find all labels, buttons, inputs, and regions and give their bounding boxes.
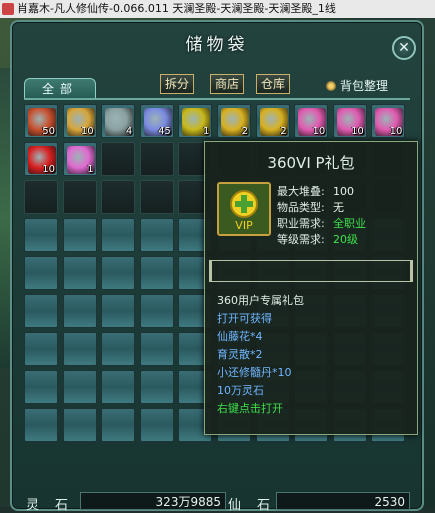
stat-max-stack: 最大堆叠: 100 (277, 185, 354, 198)
spirit-stone-value: 323万9885 (80, 492, 226, 510)
inventory-slot[interactable]: 1 (178, 104, 213, 138)
inventory-slot[interactable] (24, 218, 58, 252)
inventory-slot[interactable]: 10 (62, 104, 97, 138)
inventory-slot[interactable] (62, 294, 97, 328)
inventory-slot[interactable] (139, 408, 174, 442)
item-quantity: 4 (125, 126, 133, 137)
inventory-slot[interactable] (101, 142, 136, 176)
inventory-slot[interactable] (101, 180, 136, 214)
tooltip-title: 360VI P礼包 (267, 154, 355, 172)
inventory-slot[interactable] (62, 370, 97, 404)
vip-icon-text: VIP (235, 219, 253, 232)
inventory-slot[interactable] (101, 332, 136, 366)
item-quantity: 10 (389, 126, 403, 137)
inventory-slot[interactable] (101, 218, 136, 252)
organize-label: 背包整理 (340, 79, 389, 93)
panel-title: 储物袋 (185, 35, 249, 55)
spirit-stone-label: 灵石 (26, 498, 85, 513)
desc-line: 育灵散*2 (217, 348, 263, 361)
inventory-slot[interactable] (24, 370, 58, 404)
desc-line: 打开可获得 (217, 312, 272, 325)
inventory-slot[interactable]: 10 (24, 142, 58, 176)
item-tooltip: 360VI P礼包 VIP 最大堆叠: 100 物品类型: 无 职业需求: 全职业 等… (204, 141, 418, 435)
inventory-slot[interactable]: 2 (255, 104, 290, 138)
inventory-slot[interactable] (62, 218, 97, 252)
item-quantity: 2 (280, 126, 287, 137)
desc-line: 360用户专属礼包 (217, 294, 304, 307)
currency-bar: 灵石 323万9885 仙石 2530 (24, 492, 414, 513)
inventory-slot[interactable] (101, 408, 136, 442)
tooltip-divider (209, 260, 413, 282)
vip-giftpack-icon: VIP (217, 182, 271, 236)
inventory-slot[interactable] (24, 180, 58, 214)
inventory-slot[interactable] (101, 294, 136, 328)
organize-bag-button[interactable]: 背包整理 (326, 77, 388, 94)
inventory-slot[interactable] (62, 408, 97, 442)
stat-level-req: 等级需求: 20级 (277, 233, 358, 246)
split-button[interactable]: 拆分 (160, 74, 195, 94)
inventory-slot[interactable] (139, 294, 174, 328)
organize-icon (326, 81, 336, 91)
window-titlebar: 肖嘉木-凡人修仙传-0.066.011 天澜圣殿-天澜圣殿-天澜圣殿_1线 (0, 0, 435, 18)
window-title: 肖嘉木-凡人修仙传-0.066.011 天澜圣殿-天澜圣殿-天澜圣殿_1线 (17, 2, 336, 15)
inventory-slot[interactable] (24, 256, 58, 290)
desc-line: 小还修髓丹*10 (217, 366, 292, 379)
immortal-stone-value: 2530 (276, 492, 410, 510)
inventory-slot[interactable] (62, 332, 97, 366)
inventory-slot[interactable] (24, 332, 58, 366)
item-quantity: 10 (42, 164, 55, 175)
stat-item-type: 物品类型: 无 (277, 201, 344, 214)
stat-class-req: 职业需求: 全职业 (277, 217, 366, 230)
shop-button[interactable]: 商店 (210, 74, 245, 94)
inventory-slot[interactable]: 10 (332, 104, 367, 138)
inventory-slot[interactable] (139, 180, 174, 214)
inventory-slot[interactable] (139, 370, 174, 404)
app-icon (2, 3, 14, 15)
inventory-slot[interactable]: 10 (371, 104, 406, 138)
inventory-slot[interactable] (139, 142, 174, 176)
item-quantity: 45 (158, 126, 171, 137)
item-quantity: 1 (203, 126, 210, 137)
inventory-slot[interactable] (139, 332, 174, 366)
item-quantity: 50 (42, 126, 55, 137)
inventory-slot[interactable]: 45 (139, 104, 174, 138)
inventory-slot[interactable] (62, 180, 97, 214)
inventory-slot[interactable] (101, 256, 136, 290)
tab-all[interactable]: 全部 (24, 78, 96, 99)
inventory-slot[interactable]: 50 (24, 104, 58, 138)
item-quantity: 1 (87, 164, 94, 175)
inventory-slot[interactable]: 1 (62, 142, 97, 176)
item-quantity: 2 (241, 126, 248, 137)
inventory-slot[interactable]: 10 (294, 104, 329, 138)
inventory-slot[interactable]: 4 (101, 104, 136, 138)
tooltip-stats: 最大堆叠: 100 物品类型: 无 职业需求: 全职业 等级需求: 20级 (277, 184, 366, 248)
close-button[interactable]: ✕ (392, 36, 416, 60)
inventory-slot[interactable] (62, 256, 97, 290)
item-quantity: 10 (80, 126, 94, 137)
inventory-slot[interactable] (101, 370, 136, 404)
item-quantity: 10 (312, 126, 326, 137)
inventory-slot[interactable] (24, 408, 58, 442)
tab-underline (24, 98, 410, 100)
inventory-slot[interactable]: 2 (217, 104, 251, 138)
warehouse-button[interactable]: 仓库 (256, 74, 291, 94)
desc-line: 右键点击打开 (217, 402, 283, 415)
desc-line: 10万灵石 (217, 384, 264, 397)
tooltip-description: 360用户专属礼包 打开可获得 仙藤花*4 育灵散*2 小还修髓丹*10 10万… (217, 292, 304, 418)
inventory-slot[interactable] (139, 256, 174, 290)
inventory-slot[interactable] (24, 294, 58, 328)
desc-line: 仙藤花*4 (217, 330, 263, 343)
inventory-slot[interactable] (139, 218, 174, 252)
item-quantity: 10 (351, 126, 364, 137)
